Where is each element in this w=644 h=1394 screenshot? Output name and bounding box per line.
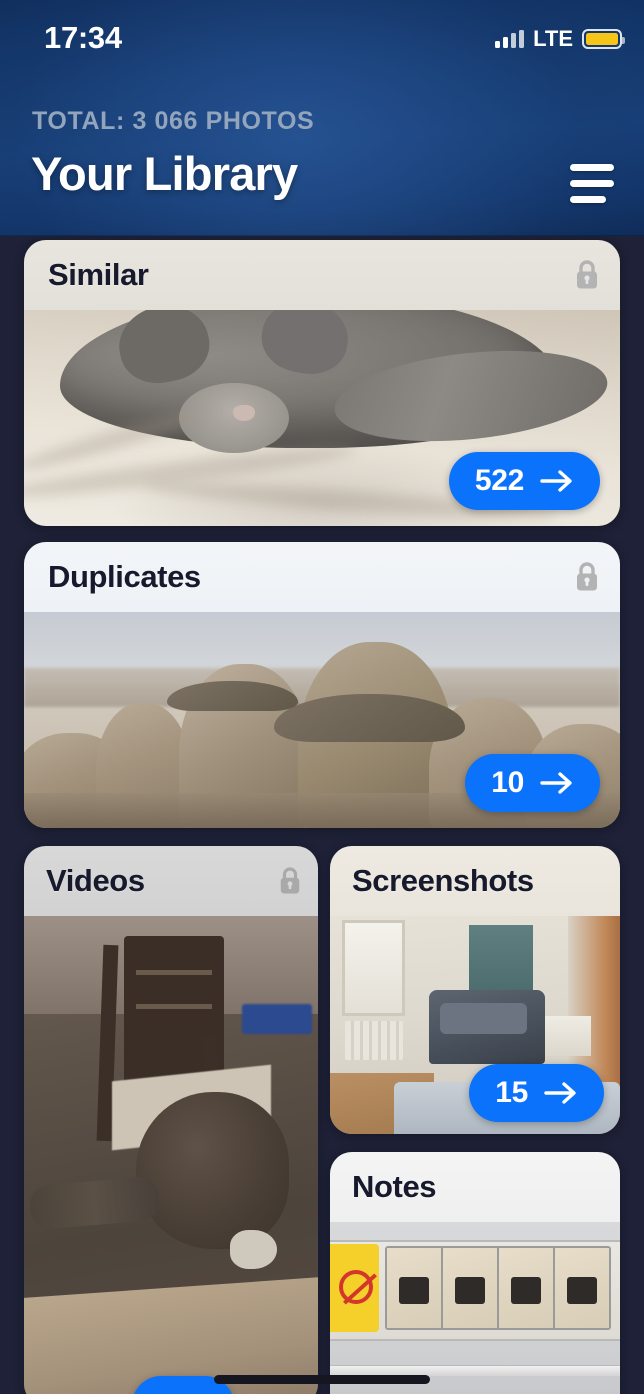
card-screenshots-count: 15 (495, 1076, 528, 1109)
card-duplicates-header: Duplicates (24, 542, 620, 612)
arrow-right-icon (540, 772, 572, 794)
card-notes-header: Notes (330, 1152, 620, 1222)
card-duplicates-count: 10 (491, 766, 524, 799)
card-videos[interactable]: Videos (24, 846, 318, 1394)
card-videos-title: Videos (46, 863, 145, 898)
total-photos-label: TOTAL: 3 066 PHOTOS (32, 107, 315, 135)
card-screenshots-count-badge[interactable]: 15 (469, 1064, 604, 1122)
lock-icon (577, 260, 597, 289)
card-similar-count-badge[interactable]: 522 (448, 452, 600, 510)
card-notes-photo: YEN OTURURKEN KEMERİNİZİ BAĞLAYINIZ FAST… (330, 1222, 620, 1394)
card-duplicates-count-badge[interactable]: 10 (465, 754, 600, 812)
card-duplicates[interactable]: Duplicates 10 (24, 542, 620, 828)
status-bar-clock: 17:34 (44, 20, 122, 55)
arrow-right-icon (540, 470, 572, 492)
page-title: Your Library (31, 147, 298, 200)
home-indicator (214, 1375, 430, 1384)
card-similar-title: Similar (48, 257, 149, 292)
lock-icon (577, 562, 597, 591)
cellular-bars-icon (495, 30, 525, 48)
card-screenshots-title: Screenshots (352, 863, 534, 898)
app-screen: 17:34 LTE TOTAL: 3 066 PHOTOS Your Libra… (0, 0, 644, 1394)
card-similar-count: 522 (474, 464, 524, 497)
card-videos-photo (24, 916, 318, 1394)
header: 17:34 LTE TOTAL: 3 066 PHOTOS Your Libra… (0, 0, 644, 236)
card-similar-header: Similar (24, 240, 620, 310)
card-screenshots[interactable]: Screenshots 15 (330, 846, 620, 1134)
battery-icon (582, 29, 625, 49)
status-bar-indicators: LTE (495, 26, 625, 52)
lock-icon (280, 867, 300, 894)
hamburger-menu-icon[interactable] (566, 160, 622, 206)
card-duplicates-title: Duplicates (48, 559, 201, 594)
card-notes-title: Notes (352, 1169, 437, 1204)
card-videos-header: Videos (24, 846, 318, 916)
card-similar[interactable]: Similar 522 (24, 240, 620, 526)
arrow-right-icon (544, 1082, 576, 1104)
network-type-label: LTE (533, 26, 573, 51)
card-screenshots-header: Screenshots (330, 846, 620, 916)
status-bar: 17:34 LTE (0, 0, 644, 66)
card-notes[interactable]: Notes YEN OTURURKEN KEMERİNİZİ BAĞLAYINI… (330, 1152, 620, 1394)
